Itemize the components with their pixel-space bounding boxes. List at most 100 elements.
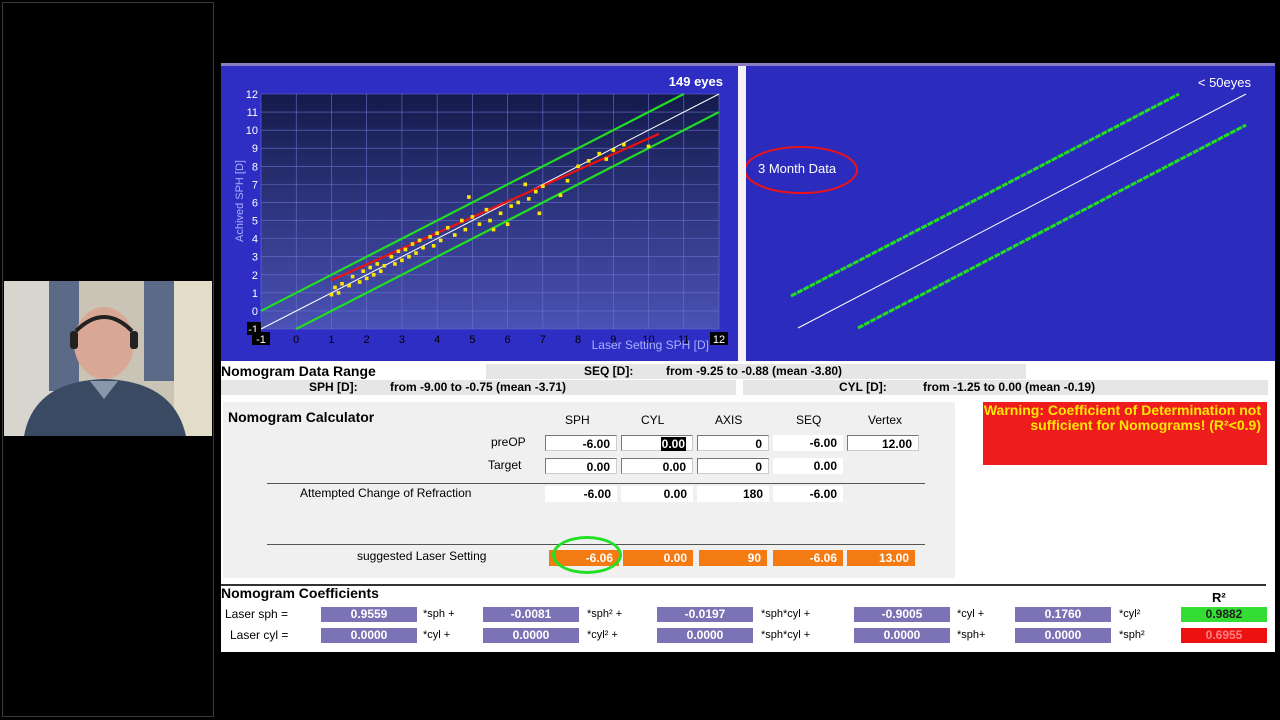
op-sph-2: *sph*cyl + xyxy=(761,608,811,620)
col-header-cyl: CYL xyxy=(641,413,665,427)
y-tick-label: 8 xyxy=(252,161,258,173)
data-point xyxy=(467,195,471,199)
data-point xyxy=(498,211,503,216)
preop-axis-input[interactable]: 0 xyxy=(697,435,769,451)
eye-count-label-right: < 50eyes xyxy=(1197,75,1251,90)
col-header-sph: SPH xyxy=(565,413,590,427)
data-point xyxy=(558,193,563,198)
data-point xyxy=(534,189,538,194)
data-point xyxy=(417,238,422,243)
y-tick-label: 10 xyxy=(246,125,258,137)
data-point xyxy=(541,184,545,188)
y-tick-label: 7 xyxy=(252,179,258,191)
x-tick-label: 12 xyxy=(713,334,725,346)
data-point xyxy=(357,280,362,284)
x-tick-label: 8 xyxy=(575,334,581,346)
data-point xyxy=(368,265,373,270)
coef-cyl-0: 0.0000 xyxy=(321,628,417,643)
scatter-plot: 1211109876543210-1-1 0 1 2 3 4 5 6 7 8 9 10 11 12 149… xyxy=(221,66,738,361)
seq-range-value: from -9.25 to -0.88 (mean -3.80) xyxy=(666,364,843,378)
data-point xyxy=(403,247,408,252)
op-cyl-4: *sph² xyxy=(1119,629,1145,641)
data-point xyxy=(452,233,457,237)
coef-sph-1: -0.0081 xyxy=(483,607,579,622)
attempted-label: Attempted Change of Refraction xyxy=(300,486,472,500)
data-point xyxy=(509,204,513,208)
data-point xyxy=(477,222,482,226)
data-point xyxy=(410,242,415,246)
op-sph-4: *cyl² xyxy=(1119,608,1141,620)
suggested-axis-value: 90 xyxy=(699,550,767,566)
op-sph-0: *sph + xyxy=(423,608,455,620)
attempted-axis-value: 180 xyxy=(697,486,769,502)
data-point xyxy=(597,151,602,156)
data-point xyxy=(382,263,387,268)
calculator-title: Nomogram Calculator xyxy=(228,409,375,425)
x-tick-label: -1 xyxy=(256,334,266,346)
data-point xyxy=(414,251,418,255)
target-seq-value: 0.00 xyxy=(773,458,843,474)
coefficients-title: Nomogram Coefficients xyxy=(221,585,379,601)
preop-cyl-selected-text: 0.00 xyxy=(660,437,686,451)
cyl-range-field: CYL [D]: from -1.25 to 0.00 (mean -0.19) xyxy=(743,380,1268,395)
data-point xyxy=(516,200,520,205)
sph-range-value: from -9.00 to -0.75 (mean -3.71) xyxy=(390,380,567,394)
coef-sph-4: 0.1760 xyxy=(1015,607,1111,622)
data-point xyxy=(329,292,334,297)
data-point xyxy=(463,227,468,232)
coef-cyl-2: 0.0000 xyxy=(657,628,753,643)
presenter-webcam xyxy=(4,281,212,436)
data-point xyxy=(488,218,492,223)
warning-box: Warning: Coefficient of Determination no… xyxy=(983,402,1267,465)
target-axis-input[interactable]: 0 xyxy=(697,458,769,474)
coef-cyl-3: 0.0000 xyxy=(854,628,950,643)
target-cyl-input[interactable]: 0.00 xyxy=(621,458,693,474)
data-point xyxy=(421,245,425,250)
op-sph-1: *sph² + xyxy=(587,608,623,620)
achieved-vs-laser-chart: 12 11 10 9 8 7 6 5 4 3 2 1 0 -1 -1 0 1 2 3 4 5 6 7 8 9 10 11 12 149… xyxy=(221,66,738,361)
data-point xyxy=(537,211,542,216)
op-cyl-3: *sph+ xyxy=(957,629,986,641)
y-tick-label: 5 xyxy=(252,216,258,228)
data-point xyxy=(428,235,432,239)
coef-cyl-4: 0.0000 xyxy=(1015,628,1111,643)
data-point xyxy=(526,197,531,201)
data-point xyxy=(364,276,369,281)
data-point xyxy=(611,148,616,152)
cyl-range-label: CYL [D]: xyxy=(839,380,887,394)
data-point xyxy=(350,274,355,279)
x-tick-label: 6 xyxy=(505,334,511,346)
attempted-seq-value: -6.00 xyxy=(773,486,843,502)
preop-vertex-input[interactable]: 12.00 xyxy=(847,435,919,451)
data-point xyxy=(393,262,397,266)
data-point xyxy=(445,225,450,230)
nomogram-app-window: 12 11 10 9 8 7 6 5 4 3 2 1 0 -1 -1 0 1 2 3 4 5 6 7 8 9 10 11 12 149… xyxy=(221,66,1275,652)
data-point xyxy=(389,254,394,259)
op-cyl-2: *sph*cyl + xyxy=(761,629,811,641)
coef-cyl-1: 0.0000 xyxy=(483,628,579,643)
target-sph-input[interactable]: 0.00 xyxy=(545,458,617,474)
data-point xyxy=(484,207,489,212)
highlight-circle-green xyxy=(552,536,622,574)
x-tick-label: 1 xyxy=(328,334,334,346)
data-point xyxy=(371,272,376,277)
coef-sph-0: 0.9559 xyxy=(321,607,417,622)
preop-cyl-input[interactable]: 0.00 xyxy=(621,435,693,451)
three-month-annotation: 3 Month Data xyxy=(758,161,837,176)
y-axis-label: Achived SPH [D] xyxy=(234,160,246,242)
three-month-chart: < 50eyes 3 Month Data xyxy=(744,66,1275,361)
y-tick-label: 1 xyxy=(252,288,258,300)
data-point xyxy=(470,215,475,219)
data-point xyxy=(435,231,439,235)
op-cyl-0: *cyl + xyxy=(423,629,451,641)
x-tick-label: 7 xyxy=(540,334,546,346)
target-label: Target xyxy=(488,458,522,472)
divider-line xyxy=(267,483,925,484)
col-header-seq: SEQ xyxy=(796,413,822,427)
y-tick-label: 3 xyxy=(252,252,258,264)
col-header-vertex: Vertex xyxy=(868,413,903,427)
col-header-axis: AXIS xyxy=(715,413,743,427)
y-tick-label: 9 xyxy=(252,143,258,155)
preop-sph-input[interactable]: -6.00 xyxy=(545,435,617,451)
r2-sph-value: 0.9882 xyxy=(1181,607,1267,622)
